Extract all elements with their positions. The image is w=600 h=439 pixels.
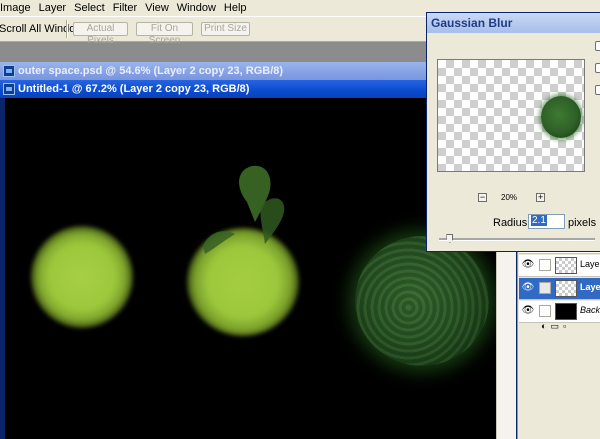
blurred-green-orb xyxy=(31,226,133,328)
layers-panel-footer: ◐ ▭ ▫ xyxy=(519,320,600,332)
outer-space-document-window[interactable]: outer space.psd @ 54.6% (Layer 2 copy 23… xyxy=(0,62,430,82)
brush-link-icon[interactable] xyxy=(539,282,551,294)
ok-button-edge[interactable] xyxy=(595,41,600,51)
layer-name: Layer xyxy=(580,282,600,292)
radius-slider-track[interactable] xyxy=(439,238,595,241)
layer-row-selected[interactable]: 👁 Layer xyxy=(519,278,600,300)
preview-checkbox[interactable] xyxy=(595,85,600,95)
radius-input[interactable]: 2.1 xyxy=(528,214,565,229)
zoom-in-button[interactable]: + xyxy=(536,193,545,202)
new-layer-icon[interactable]: ▫ xyxy=(563,321,566,331)
menu-help[interactable]: Help xyxy=(220,0,251,16)
untitled-title: Untitled-1 @ 67.2% (Layer 2 copy 23, RGB… xyxy=(18,83,250,95)
preview-sphere xyxy=(541,96,581,138)
menu-select[interactable]: Select xyxy=(70,0,109,16)
gaussian-blur-dialog: Gaussian Blur − 20% + Radius: 2.1 pixels xyxy=(426,12,600,252)
layer-thumbnail xyxy=(555,257,577,274)
layer-thumbnail xyxy=(555,280,577,297)
eye-icon[interactable]: 👁 xyxy=(521,304,535,318)
menu-window[interactable]: Window xyxy=(173,0,220,16)
document-canvas[interactable] xyxy=(5,98,496,439)
print-size-button[interactable]: Print Size xyxy=(201,22,250,36)
zoom-value: 20% xyxy=(501,193,518,202)
radius-value: 2.1 xyxy=(531,215,547,226)
photoshop-document-icon xyxy=(3,83,15,95)
layers-panel: 👁 Layer 👁 Layer 👁 Background ◐ ▭ ▫ xyxy=(517,248,600,439)
background-thumbnail xyxy=(555,303,577,320)
layer-name: Background xyxy=(580,305,600,315)
zoom-out-button[interactable]: − xyxy=(478,193,487,202)
options-divider xyxy=(66,20,68,38)
link-toggle[interactable] xyxy=(539,259,551,271)
leaf-shapes xyxy=(203,165,285,254)
link-toggle[interactable] xyxy=(539,305,551,317)
textured-green-sphere xyxy=(355,236,489,366)
layer-row[interactable]: 👁 Layer xyxy=(519,255,600,277)
eye-icon[interactable]: 👁 xyxy=(521,258,535,272)
menu-layer[interactable]: Layer xyxy=(35,0,71,16)
new-group-icon[interactable]: ▭ xyxy=(550,321,559,331)
radius-slider-thumb[interactable] xyxy=(446,234,454,243)
photoshop-document-icon xyxy=(3,65,15,77)
radius-label: Radius: xyxy=(493,217,531,229)
eye-icon[interactable]: 👁 xyxy=(521,281,535,295)
dialog-title[interactable]: Gaussian Blur xyxy=(427,13,600,33)
menu-view[interactable]: View xyxy=(141,0,173,16)
actual-pixels-button[interactable]: Actual Pixels xyxy=(73,22,128,46)
menu-image[interactable]: Image xyxy=(0,0,35,16)
adjustment-layer-icon[interactable]: ◐ xyxy=(541,321,546,331)
radius-unit: pixels xyxy=(568,217,597,229)
layer-name: Layer xyxy=(580,259,600,269)
fit-on-screen-button[interactable]: Fit On Screen xyxy=(136,22,193,46)
menu-filter[interactable]: Filter xyxy=(109,0,141,16)
outer-space-titlebar[interactable]: outer space.psd @ 54.6% (Layer 2 copy 23… xyxy=(0,62,430,80)
blur-preview[interactable] xyxy=(437,59,585,172)
outer-space-title: outer space.psd @ 54.6% (Layer 2 copy 23… xyxy=(18,65,284,77)
cancel-button-edge[interactable] xyxy=(595,63,600,73)
